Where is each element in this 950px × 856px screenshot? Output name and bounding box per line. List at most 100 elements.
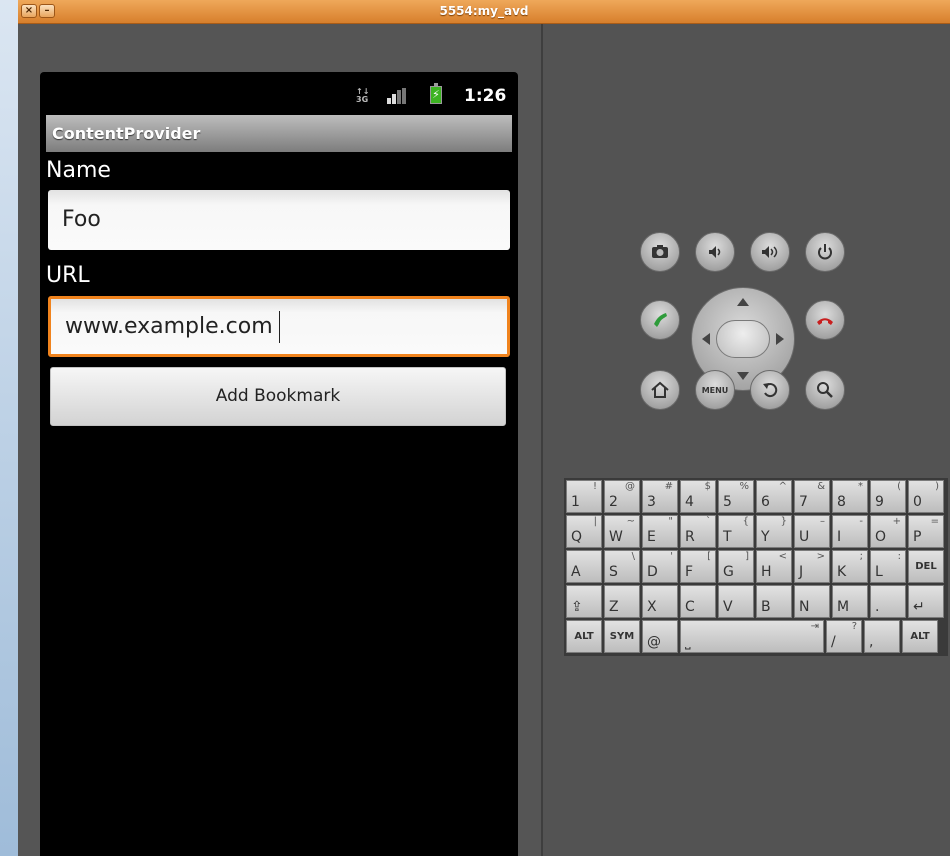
key-row5-2[interactable]: @	[642, 620, 678, 653]
key-row2-9[interactable]: P =	[908, 515, 944, 548]
key-row1-1[interactable]: 2 @	[604, 480, 640, 513]
key-row4-7[interactable]: M	[832, 585, 868, 618]
key-row2-2[interactable]: E "	[642, 515, 678, 548]
key-row5-5[interactable]: ,	[864, 620, 900, 653]
url-field[interactable]: www.example.com	[48, 296, 510, 357]
key-row1-6[interactable]: 7 &	[794, 480, 830, 513]
key-sub-label: '	[670, 551, 673, 562]
window-titlebar[interactable]: × – 5554:my_avd	[18, 0, 950, 24]
add-bookmark-button[interactable]: Add Bookmark	[50, 367, 506, 426]
key-row3-5[interactable]: H <	[756, 550, 792, 583]
key-row2-1[interactable]: W ~	[604, 515, 640, 548]
key-label: 8	[837, 494, 846, 510]
key-sub-label: =	[930, 516, 939, 527]
key-row4-6[interactable]: N	[794, 585, 830, 618]
key-sub-label: &	[817, 481, 825, 492]
key-row4-1[interactable]: Z	[604, 585, 640, 618]
home-button[interactable]	[640, 370, 680, 410]
volume-down-button[interactable]	[695, 232, 735, 272]
key-row5-0[interactable]: ALT	[566, 620, 602, 653]
key-label: P	[913, 529, 922, 545]
key-row1-2[interactable]: 3 #	[642, 480, 678, 513]
key-sub-label: >	[816, 551, 825, 562]
key-row4-5[interactable]: B	[756, 585, 792, 618]
key-label: A	[571, 564, 581, 580]
key-label: 1	[571, 494, 580, 510]
key-row3-9[interactable]: DEL	[908, 550, 944, 583]
key-row5-6[interactable]: ALT	[902, 620, 938, 653]
url-field-value: www.example.com	[65, 299, 280, 354]
key-label: 5	[723, 494, 732, 510]
key-label: K	[837, 564, 847, 580]
key-row1-9[interactable]: 0)	[908, 480, 944, 513]
key-sub-label: [	[707, 551, 711, 562]
key-row2-7[interactable]: I-	[832, 515, 868, 548]
key-row4-9[interactable]: ↵	[908, 585, 944, 618]
key-row5-4[interactable]: /?	[826, 620, 862, 653]
key-label: 4	[685, 494, 694, 510]
home-icon	[651, 381, 669, 398]
key-label: C	[685, 599, 695, 615]
key-row2-3[interactable]: R `	[680, 515, 716, 548]
key-label: DEL	[915, 561, 937, 572]
key-label: ⇪	[571, 599, 583, 615]
key-label: N	[799, 599, 810, 615]
key-row5-3[interactable]: ⎵ ⇥	[680, 620, 824, 653]
key-row3-0[interactable]: A	[566, 550, 602, 583]
key-label: W	[609, 529, 623, 545]
back-icon	[763, 383, 778, 398]
key-row3-3[interactable]: F[	[680, 550, 716, 583]
key-label: Q	[571, 529, 583, 545]
key-row3-4[interactable]: G]	[718, 550, 754, 583]
key-label: 2	[609, 494, 618, 510]
key-row2-0[interactable]: Q |	[566, 515, 602, 548]
phone-screen: ↑↓ 3G ⚡ 1:26 ContentProvider Name Foo URL…	[40, 72, 518, 856]
key-row4-3[interactable]: C	[680, 585, 716, 618]
key-label: E	[647, 529, 656, 545]
key-label: M	[837, 599, 850, 615]
key-sub-label: {	[742, 516, 749, 527]
menu-button[interactable]: MENU	[695, 370, 735, 410]
key-row1-7[interactable]: 8 *	[832, 480, 868, 513]
key-row2-5[interactable]: Y}	[756, 515, 792, 548]
name-field[interactable]: Foo	[48, 190, 510, 250]
key-row1-8[interactable]: 9(	[870, 480, 906, 513]
key-row4-4[interactable]: V	[718, 585, 754, 618]
key-row4-0[interactable]: ⇪	[566, 585, 602, 618]
key-label: R	[685, 529, 695, 545]
volume-up-button[interactable]	[750, 232, 790, 272]
key-row2-8[interactable]: O +	[870, 515, 906, 548]
key-label: F	[685, 564, 694, 580]
call-button[interactable]	[640, 300, 680, 340]
back-button[interactable]	[750, 370, 790, 410]
key-label: ALT	[910, 631, 930, 642]
key-row5-1[interactable]: SYM	[604, 620, 640, 653]
key-row1-3[interactable]: 4 $	[680, 480, 716, 513]
key-row1-0[interactable]: 1!	[566, 480, 602, 513]
key-row3-8[interactable]: L:	[870, 550, 906, 583]
signal-icon	[387, 88, 407, 104]
key-row4-2[interactable]: X	[642, 585, 678, 618]
key-row1-5[interactable]: 6 ^	[756, 480, 792, 513]
dpad-center-button[interactable]	[716, 320, 770, 358]
key-row1-4[interactable]: 5%	[718, 480, 754, 513]
key-sub-label: $	[704, 481, 711, 492]
key-label: I	[837, 529, 842, 545]
status-bar: ↑↓ 3G ⚡ 1:26	[40, 72, 518, 112]
end-call-button[interactable]	[805, 300, 845, 340]
key-row3-1[interactable]: S \	[604, 550, 640, 583]
key-row3-2[interactable]: D '	[642, 550, 678, 583]
key-row3-7[interactable]: K;	[832, 550, 868, 583]
search-button[interactable]	[805, 370, 845, 410]
key-row2-4[interactable]: T{	[718, 515, 754, 548]
end-call-icon	[817, 318, 833, 325]
key-sub-label: )	[935, 481, 939, 492]
key-row4-8[interactable]: .	[870, 585, 906, 618]
key-row2-6[interactable]: U –	[794, 515, 830, 548]
power-button[interactable]	[805, 232, 845, 272]
panel-divider	[541, 24, 543, 856]
search-icon	[817, 382, 833, 398]
key-label: V	[723, 599, 733, 615]
key-row3-6[interactable]: J >	[794, 550, 830, 583]
camera-button[interactable]	[640, 232, 680, 272]
